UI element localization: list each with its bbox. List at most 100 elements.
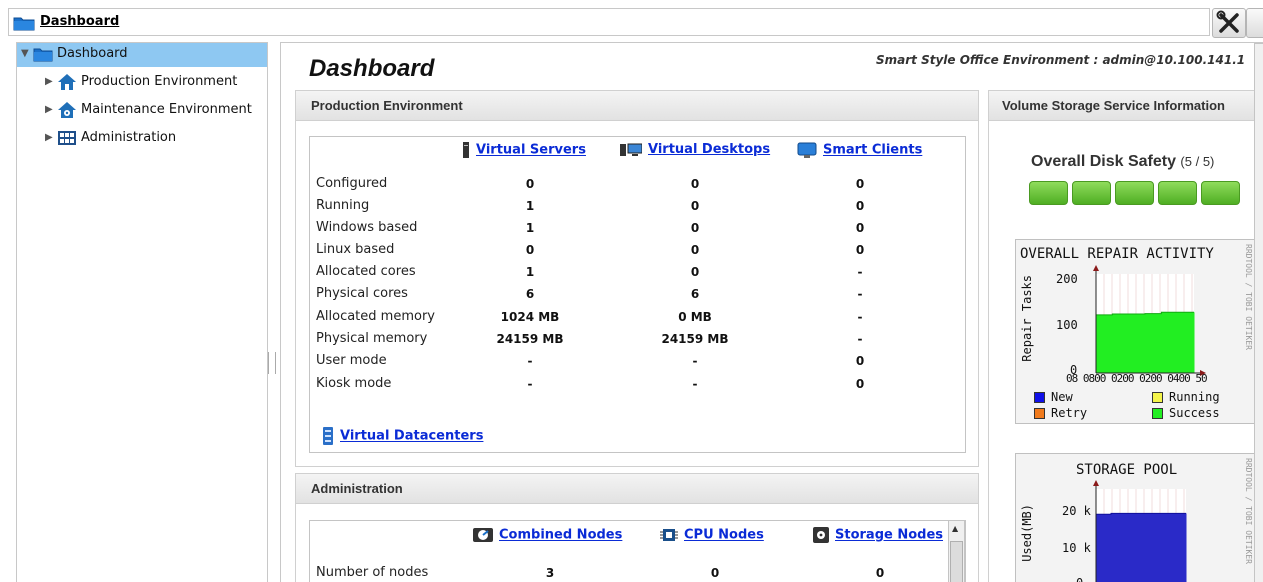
storage-disk-icon (813, 527, 829, 543)
panel-header: Volume Storage Service Information (989, 91, 1263, 121)
expand-right-icon[interactable]: ▶ (45, 76, 53, 87)
area-segment (1096, 514, 1112, 582)
table-cell: 0 (710, 566, 720, 580)
row-label: Physical memory (316, 331, 428, 346)
top-bar: Dashboard (0, 0, 1263, 44)
storage-pool-plot (1093, 480, 1187, 582)
expand-right-icon[interactable]: ▶ (45, 132, 53, 143)
disk-safety-block (1201, 181, 1240, 205)
table-cell: 0 (690, 243, 700, 257)
navigation-tree: ▼ Dashboard ▶ Production Environment ▶ M… (16, 42, 268, 582)
table-cell: 0 (690, 199, 700, 213)
expand-right-icon[interactable]: ▶ (45, 104, 53, 115)
tools-dropdown-button[interactable] (1246, 8, 1263, 38)
column-header-virtual-servers[interactable]: Virtual Servers (462, 142, 586, 158)
table-cell: 6 (690, 287, 700, 301)
page-title: Dashboard (309, 55, 435, 82)
table-cell: 24159 MB (496, 332, 564, 346)
table-cell: 0 (855, 354, 865, 368)
area-segment (1141, 513, 1157, 582)
table-cell: 1 (525, 199, 535, 213)
column-header-storage-nodes[interactable]: Storage Nodes (813, 527, 943, 543)
column-header-smart-clients[interactable]: Smart Clients (797, 142, 922, 158)
disk-safety-label: Overall Disk Safety (1031, 153, 1176, 170)
tools-button[interactable] (1212, 8, 1246, 38)
monitor-icon (797, 142, 817, 158)
disk-safety-block (1072, 181, 1111, 205)
scrollbar-thumb[interactable] (950, 541, 963, 582)
main-content: Dashboard Smart Style Office Environment… (280, 42, 1263, 582)
home-gear-icon (58, 102, 76, 118)
panel-header: Administration (296, 474, 978, 504)
folder-icon (13, 17, 35, 31)
virtual-servers-link[interactable]: Virtual Servers (476, 143, 586, 158)
pane-splitter-handle[interactable] (268, 352, 276, 374)
combined-nodes-link[interactable]: Combined Nodes (499, 528, 622, 543)
legend-swatch (1152, 408, 1163, 419)
table-cell: 0 (690, 221, 700, 235)
area-segment (1156, 513, 1172, 582)
main-scrollbar[interactable] (1254, 43, 1263, 582)
legend-label: Running (1169, 390, 1220, 404)
table-cell: - (857, 287, 863, 301)
expand-down-icon[interactable]: ▼ (21, 48, 29, 59)
tree-item-label: Maintenance Environment (81, 102, 252, 117)
row-label: Allocated memory (316, 309, 435, 324)
tree-item-label: Dashboard (57, 46, 128, 61)
area-segment (1145, 313, 1162, 373)
cpu-nodes-link[interactable]: CPU Nodes (684, 528, 764, 543)
disk-safety-block (1115, 181, 1154, 205)
table-cell: 0 (855, 177, 865, 191)
server-grid-icon (58, 131, 76, 145)
tree-item-label: Production Environment (81, 74, 238, 89)
table-cell: 1 (525, 265, 535, 279)
area-segment (1128, 314, 1146, 373)
column-header-virtual-desktops[interactable]: Virtual Desktops (620, 142, 770, 157)
table-cell: - (692, 354, 698, 368)
legend-label: Success (1169, 406, 1220, 420)
row-label: Running (316, 198, 370, 213)
panel-title: Production Environment (311, 98, 463, 113)
volume-storage-panel: Volume Storage Service Information Overa… (988, 90, 1263, 582)
storage-pool-chart: STORAGE POOL RRDTOOL / TOBI OETIKER Used… (1015, 453, 1259, 582)
row-label: Windows based (316, 220, 418, 235)
production-environment-panel: Production Environment Virtual Servers V… (295, 90, 979, 467)
row-label: Physical cores (316, 286, 408, 301)
tree-item-dashboard[interactable]: ▼ Dashboard (17, 43, 267, 67)
table-cell: 0 (525, 177, 535, 191)
scroll-up-icon[interactable]: ▲ (952, 524, 958, 533)
table-cell: - (527, 354, 533, 368)
legend-swatch (1034, 392, 1045, 403)
legend-label: Retry (1051, 406, 1088, 420)
datacenter-rack-icon (323, 427, 333, 445)
tree-item-label: Administration (81, 130, 177, 145)
administration-scrollbar[interactable]: ▲ (948, 521, 965, 582)
smart-clients-link[interactable]: Smart Clients (823, 143, 922, 158)
production-stats-table: Virtual Servers Virtual Desktops Smart C… (309, 136, 966, 453)
area-segment (1126, 513, 1142, 582)
x-tick-labels: 08 0800 0200 0200 0400 50 (1066, 372, 1208, 385)
area-segment (1112, 314, 1130, 373)
administration-panel: Administration Combined Nodes CPU Nodes … (295, 473, 979, 582)
row-label: Configured (316, 176, 388, 191)
breadcrumb-dashboard-link[interactable]: Dashboard (40, 14, 119, 29)
y-axis-arrow (1093, 480, 1099, 486)
panel-header: Production Environment (296, 91, 978, 121)
virtual-datacenters-link[interactable]: Virtual Datacenters (340, 429, 483, 444)
administration-stats-table: Combined Nodes CPU Nodes Storage Nodes N… (309, 520, 966, 582)
table-cell: - (857, 310, 863, 324)
virtual-desktops-link[interactable]: Virtual Desktops (648, 142, 770, 157)
column-header-cpu-nodes[interactable]: CPU Nodes (660, 527, 764, 543)
disk-safety-block (1029, 181, 1068, 205)
breadcrumb: Dashboard (8, 8, 1210, 36)
table-cell: 0 (525, 243, 535, 257)
legend-swatch (1034, 408, 1045, 419)
virtual-datacenters-row[interactable]: Virtual Datacenters (322, 427, 483, 445)
legend-item-success: Success (1152, 406, 1220, 420)
panel-title: Volume Storage Service Information (1002, 98, 1225, 113)
area-segment (1111, 513, 1127, 582)
table-cell: 0 (690, 177, 700, 191)
storage-nodes-link[interactable]: Storage Nodes (835, 528, 943, 543)
column-header-combined-nodes[interactable]: Combined Nodes (473, 527, 622, 543)
table-cell: 0 (875, 566, 885, 580)
